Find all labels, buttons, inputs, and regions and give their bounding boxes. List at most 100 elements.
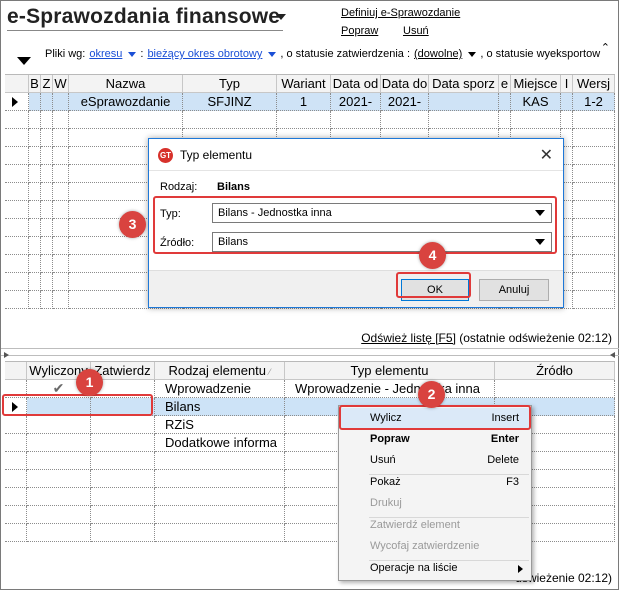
cancel-button[interactable]: Anuluj — [479, 279, 549, 301]
edit-link[interactable]: Popraw — [341, 25, 378, 37]
empty-cell — [91, 524, 155, 542]
table-cell[interactable]: Dodatkowe informa — [155, 434, 285, 452]
column-header[interactable]: Źródło — [495, 362, 615, 380]
empty-cell — [29, 183, 41, 201]
table-cell[interactable] — [561, 93, 573, 111]
row-indicator[interactable] — [5, 93, 29, 111]
filter-colon: : — [140, 48, 144, 60]
empty-cell — [573, 219, 615, 237]
filter-expand-icon[interactable] — [17, 57, 31, 65]
period-value-dropdown-icon[interactable] — [268, 51, 277, 57]
period-mode-link[interactable]: okresu — [89, 48, 122, 60]
column-header[interactable]: I — [561, 75, 573, 93]
table-cell[interactable] — [41, 93, 53, 111]
table-cell[interactable]: RZiS — [155, 416, 285, 434]
table-cell[interactable] — [429, 93, 499, 111]
column-header[interactable]: Typ elementu — [285, 362, 495, 380]
empty-cell — [183, 111, 277, 129]
row-indicator — [5, 506, 27, 524]
table-cell[interactable]: 1-2 — [573, 93, 615, 111]
menu-item-approve[interactable]: Zatwierdź element — [339, 515, 531, 536]
column-header[interactable]: Z — [41, 75, 53, 93]
column-header[interactable]: W — [53, 75, 69, 93]
column-header[interactable]: Data od — [331, 75, 381, 93]
menu-item-shortcut: F3 — [506, 476, 519, 488]
empty-cell — [27, 452, 91, 470]
splitter-left-icon — [4, 352, 9, 358]
table-cell[interactable]: eSprawozdanie — [69, 93, 183, 111]
approval-filter-link[interactable]: (dowolne) — [414, 48, 462, 60]
collapse-icon[interactable]: ⌃ — [601, 41, 610, 54]
pane-splitter[interactable] — [1, 348, 619, 356]
refresh-list-link[interactable]: Odśwież listę [F5] — [361, 331, 456, 345]
column-header[interactable]: Data do — [381, 75, 429, 93]
empty-cell — [53, 129, 69, 147]
chevron-right-icon — [518, 565, 523, 573]
row-indicator-header — [5, 75, 29, 93]
table-cell[interactable]: Wprowadzenie - Jednostka inna — [285, 380, 495, 398]
table-cell[interactable]: 2021- — [381, 93, 429, 111]
period-value-link[interactable]: bieżący okres obrotowy — [147, 48, 262, 60]
column-header[interactable]: Nazwa — [69, 75, 183, 93]
empty-cell — [91, 452, 155, 470]
menu-item-show[interactable]: Pokaż F3 — [339, 472, 531, 493]
menu-item-revoke-approval[interactable]: Wycofaj zatwierdzenie — [339, 536, 531, 557]
delete-link[interactable]: Usuń — [403, 25, 429, 37]
table-cell[interactable]: 2021- — [331, 93, 381, 111]
column-header[interactable]: Wersj — [573, 75, 615, 93]
empty-cell — [573, 165, 615, 183]
empty-cell — [155, 506, 285, 524]
table-cell[interactable] — [91, 416, 155, 434]
empty-cell — [53, 237, 69, 255]
empty-cell — [5, 147, 29, 165]
column-header[interactable]: Wariant — [277, 75, 331, 93]
empty-row — [5, 111, 615, 129]
row-indicator — [5, 524, 27, 542]
title-dropdown-icon[interactable] — [276, 14, 286, 20]
row-indicator — [5, 488, 27, 506]
column-header[interactable]: Data sporz — [429, 75, 499, 93]
row-indicator[interactable] — [5, 416, 27, 434]
table-cell[interactable]: KAS — [511, 93, 561, 111]
column-header[interactable]: Miejsce — [511, 75, 561, 93]
dialog-titlebar[interactable]: GT Typ elementu ✕ — [149, 139, 563, 171]
row-indicator[interactable] — [5, 434, 27, 452]
table-cell[interactable] — [27, 416, 91, 434]
app-window: e-Sprawozdania finansowe Definiuj e-Spra… — [0, 0, 619, 590]
empty-cell — [53, 255, 69, 273]
empty-cell — [573, 291, 615, 309]
menu-item-edit[interactable]: Popraw Enter — [339, 429, 531, 450]
column-header[interactable]: Typ — [183, 75, 277, 93]
column-header[interactable]: B — [29, 75, 41, 93]
table-cell[interactable] — [27, 434, 91, 452]
menu-item-list-operations[interactable]: Operacje na liście — [339, 558, 531, 579]
table-cell[interactable]: Wprowadzenie — [155, 380, 285, 398]
table-cell[interactable] — [495, 380, 615, 398]
row-pointer-icon — [12, 97, 18, 107]
table-cell[interactable] — [29, 93, 41, 111]
table-cell[interactable]: SFJINZ — [183, 93, 277, 111]
period-mode-dropdown-icon[interactable] — [128, 51, 137, 57]
menu-item-delete[interactable]: Usuń Delete — [339, 450, 531, 471]
empty-cell — [511, 111, 561, 129]
menu-item-print[interactable]: Drukuj — [339, 493, 531, 514]
approval-dropdown-icon[interactable] — [468, 51, 477, 57]
empty-cell — [69, 111, 183, 129]
close-icon[interactable]: ✕ — [540, 145, 553, 165]
table-row[interactable]: eSprawozdanie SFJINZ 1 2021- 2021- KAS 1… — [5, 93, 615, 111]
empty-cell — [5, 201, 29, 219]
table-cell[interactable] — [499, 93, 511, 111]
table-cell[interactable]: 1 — [277, 93, 331, 111]
table-cell[interactable] — [91, 434, 155, 452]
column-header[interactable]: Rodzaj elementu ⁄ — [155, 362, 285, 380]
table-cell[interactable] — [53, 93, 69, 111]
define-report-link[interactable]: Definiuj e-Sprawozdanie — [341, 7, 460, 19]
table-cell[interactable]: Bilans — [155, 398, 285, 416]
empty-cell — [5, 183, 29, 201]
callout-marker: 1 — [76, 369, 103, 396]
app-title[interactable]: e-Sprawozdania finansowe — [7, 5, 280, 29]
dialog-title: Typ elementu — [180, 148, 253, 162]
empty-cell — [5, 255, 29, 273]
column-header-label: Rodzaj elementu — [168, 363, 267, 378]
column-header[interactable]: e — [499, 75, 511, 93]
